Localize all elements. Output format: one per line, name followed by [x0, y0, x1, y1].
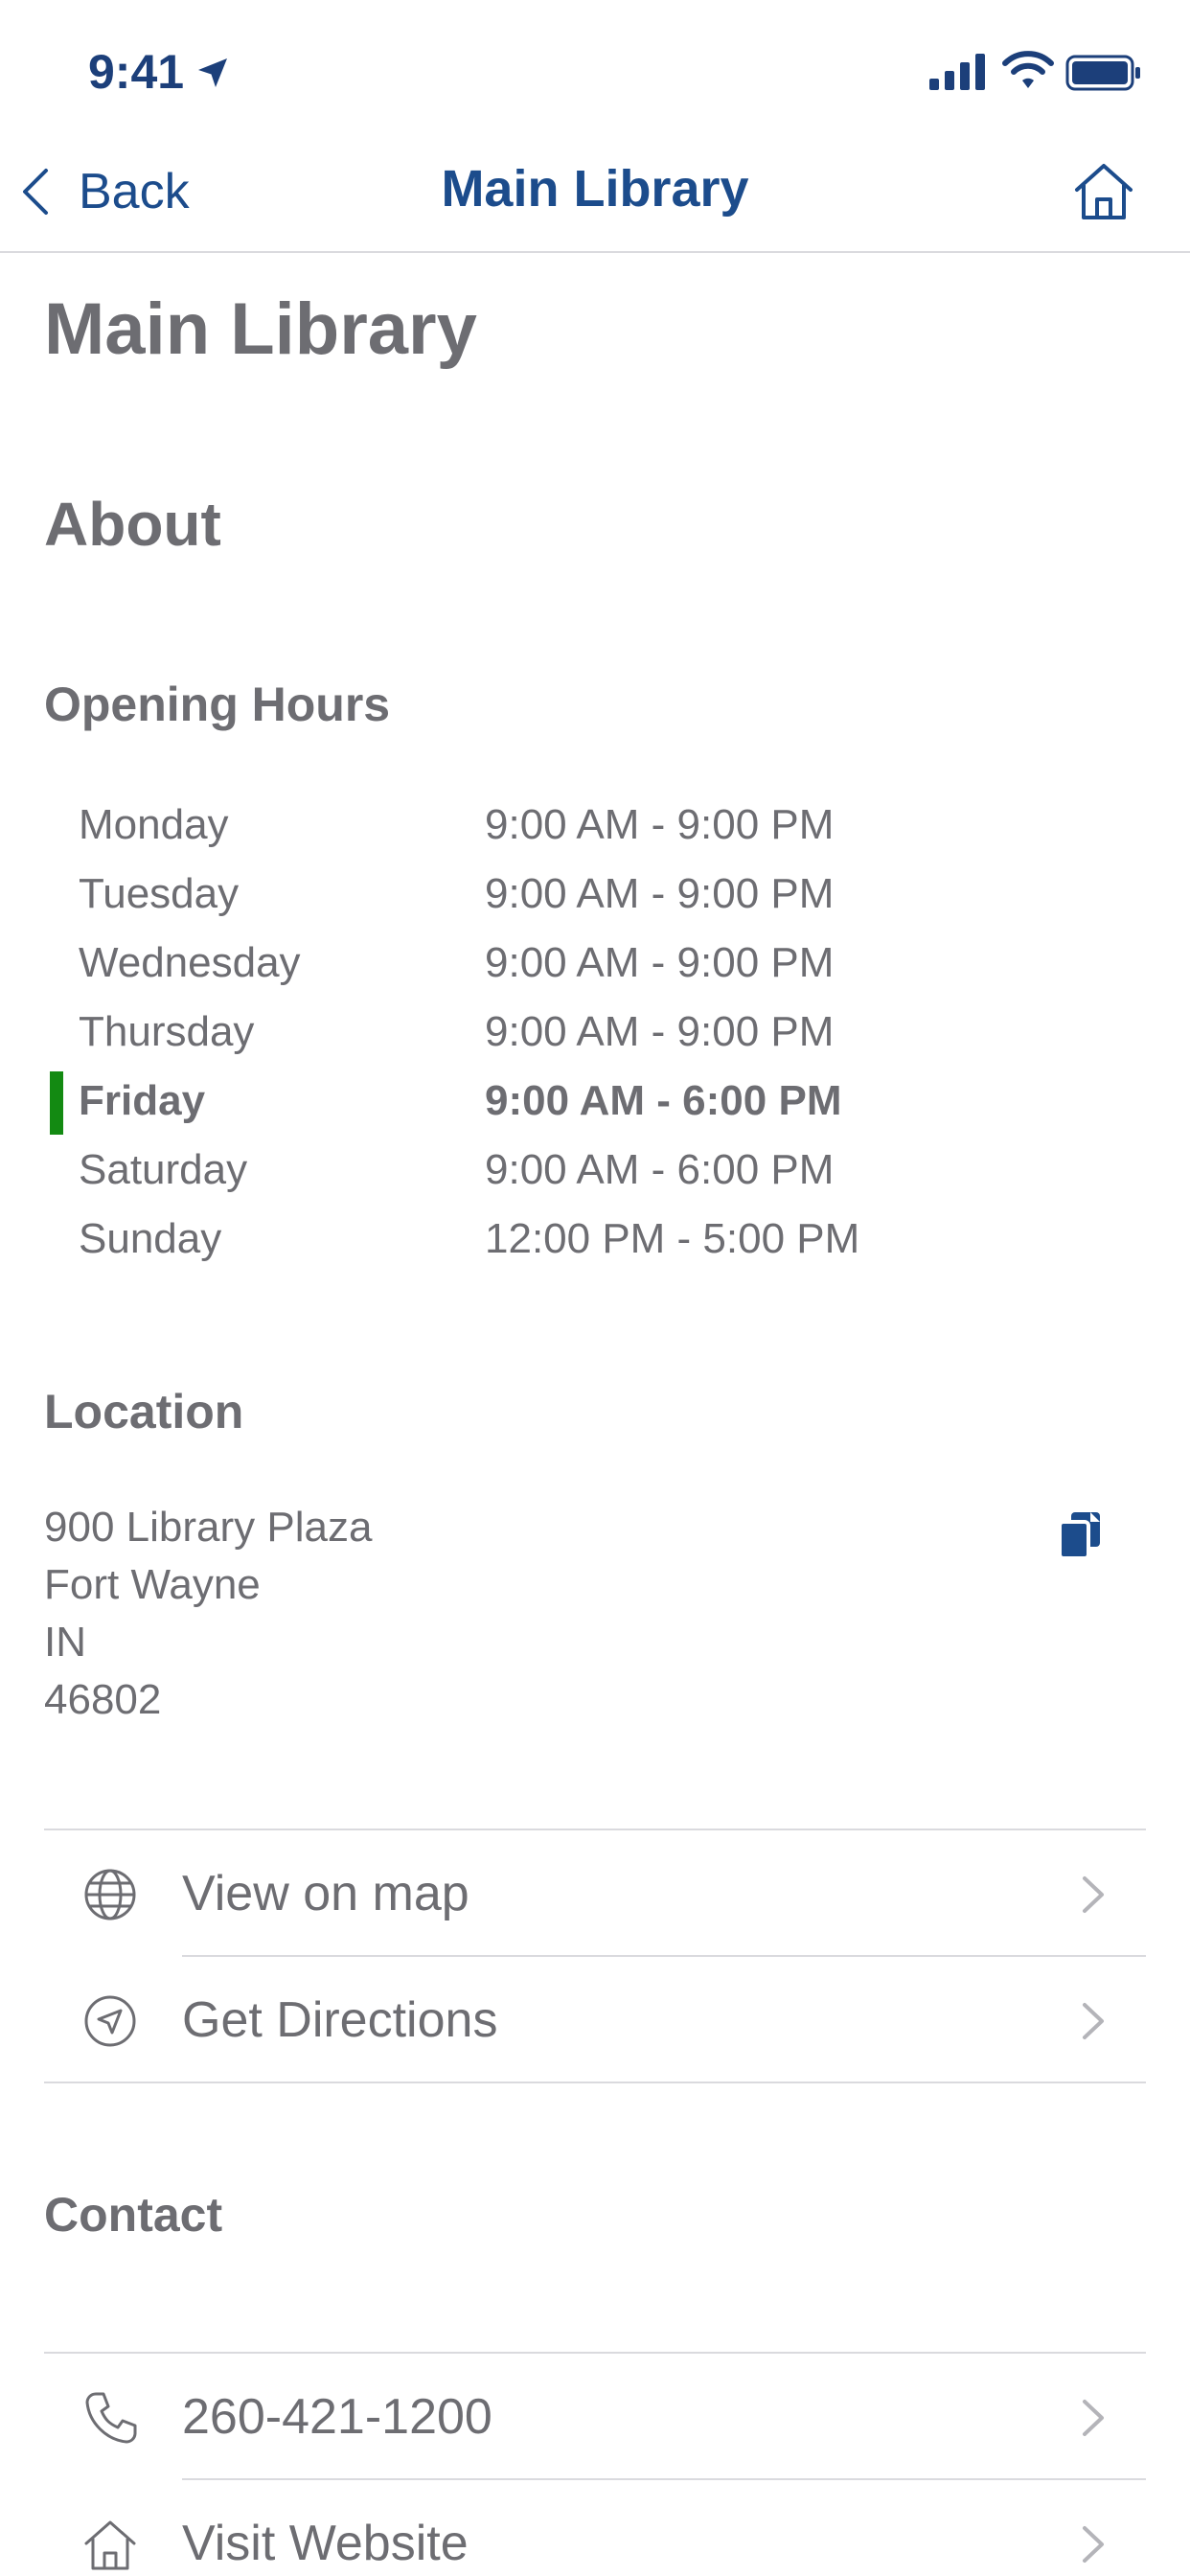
hours-range: 9:00 AM - 9:00 PM — [485, 1008, 835, 1055]
page-title: Main Library — [44, 288, 477, 370]
home-icon — [84, 2520, 136, 2570]
hours-day: Monday — [79, 801, 229, 848]
wifi-icon — [1002, 51, 1054, 88]
address-block: 900 Library Plaza Fort Wayne IN 46802 — [44, 1499, 372, 1729]
hours-range: 9:00 AM - 9:00 PM — [485, 939, 835, 986]
hours-range: 9:00 AM - 9:00 PM — [485, 870, 835, 917]
list-divider — [44, 2082, 1146, 2083]
hours-day: Thursday — [79, 1008, 255, 1055]
globe-icon — [84, 1869, 136, 1920]
hours-row-thursday: Thursday 9:00 AM - 9:00 PM — [0, 1000, 1190, 1070]
location-heading: Location — [44, 1385, 244, 1438]
copy-icon[interactable] — [1058, 1510, 1104, 1560]
phone-icon — [85, 2392, 137, 2444]
today-indicator — [50, 1071, 63, 1135]
hours-row-monday: Monday 9:00 AM - 9:00 PM — [0, 794, 1190, 862]
address-state: IN — [44, 1619, 86, 1666]
hours-row-wednesday: Wednesday 9:00 AM - 9:00 PM — [0, 932, 1190, 1000]
hours-range: 9:00 AM - 9:00 PM — [485, 801, 835, 848]
hours-day: Tuesday — [79, 870, 240, 917]
chevron-right-icon — [1083, 2400, 1104, 2436]
cellular-signal-icon — [929, 54, 985, 90]
location-services-icon — [198, 58, 227, 87]
opening-hours-heading: Opening Hours — [44, 678, 391, 731]
view-on-map-row[interactable]: View on map — [44, 1830, 1146, 1957]
address-line1: 900 Library Plaza — [44, 1504, 373, 1551]
navigation-arrow-icon — [84, 1995, 136, 2047]
navigation-bar: Back Main Library — [0, 134, 1190, 253]
home-icon[interactable] — [1071, 159, 1136, 224]
library-detail-screen: 9:41 Back Main Library Main Library Abou… — [0, 0, 1190, 2576]
contact-heading: Contact — [44, 2188, 223, 2242]
hours-row-tuesday: Tuesday 9:00 AM - 9:00 PM — [0, 862, 1190, 932]
about-heading: About — [44, 490, 221, 559]
visit-website-row[interactable]: Visit Website — [44, 2480, 1146, 2576]
hours-day: Sunday — [79, 1215, 222, 1262]
battery-icon — [1065, 55, 1140, 91]
get-directions-row[interactable]: Get Directions — [44, 1957, 1146, 2083]
hours-day: Wednesday — [79, 939, 301, 986]
hours-range: 9:00 AM - 6:00 PM — [485, 1146, 835, 1193]
chevron-right-icon — [1083, 1876, 1104, 1913]
chevron-right-icon — [1083, 2003, 1104, 2039]
phone-row[interactable]: 260-421-1200 — [44, 2354, 1146, 2480]
contact-actions-list: 260-421-1200 Visit Website — [44, 2352, 1146, 2576]
hours-range: 12:00 PM - 5:00 PM — [485, 1215, 860, 1262]
address-zip: 46802 — [44, 1676, 162, 1723]
address-city: Fort Wayne — [44, 1561, 261, 1608]
hours-row-sunday: Sunday 12:00 PM - 5:00 PM — [0, 1208, 1190, 1276]
status-bar: 9:41 — [0, 0, 1190, 134]
phone-number-label: 260-421-1200 — [182, 2389, 492, 2445]
hours-row-saturday: Saturday 9:00 AM - 6:00 PM — [0, 1138, 1190, 1208]
view-on-map-label: View on map — [182, 1866, 469, 1921]
get-directions-label: Get Directions — [182, 1992, 498, 2048]
hours-row-friday: Friday 9:00 AM - 6:00 PM — [0, 1070, 1190, 1138]
nav-title: Main Library — [441, 160, 749, 218]
hours-day: Saturday — [79, 1146, 248, 1193]
location-actions-list: View on map Get Directions — [44, 1828, 1146, 2083]
visit-website-label: Visit Website — [182, 2516, 469, 2571]
chevron-right-icon — [1083, 2526, 1104, 2563]
status-time: 9:41 — [88, 45, 185, 99]
hours-day: Friday — [79, 1077, 206, 1124]
opening-hours-table: Monday 9:00 AM - 9:00 PM Tuesday 9:00 AM… — [0, 794, 1190, 1276]
hours-range: 9:00 AM - 6:00 PM — [485, 1077, 842, 1124]
